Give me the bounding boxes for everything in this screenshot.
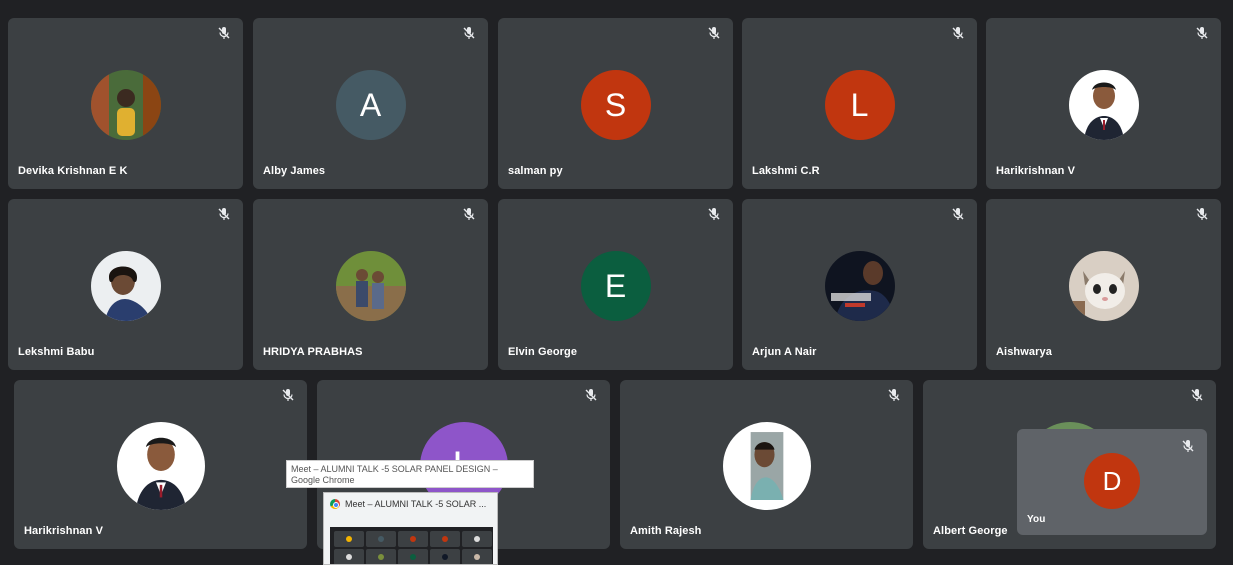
mic-off-icon [1195,26,1209,40]
participant-name: Lakshmi C.R [752,165,820,177]
participant-tile[interactable]: S salman py [498,18,733,189]
avatar [90,70,161,140]
preview-thumbnail [330,527,493,564]
mic-off-icon [281,388,295,402]
participant-tile[interactable]: HRIDYA PRABHAS [253,199,488,370]
avatar [90,251,161,321]
avatar [116,422,205,510]
participant-name: Aishwarya [996,346,1052,358]
mic-off-icon [217,26,231,40]
participant-name: HRIDYA PRABHAS [263,346,363,358]
mic-off-icon [1190,388,1204,402]
mic-off-icon [584,388,598,402]
participant-name: Arjun A Nair [752,346,817,358]
taskbar-tooltip: Meet – ALUMNI TALK -5 SOLAR PANEL DESIGN… [286,460,534,488]
participant-tile[interactable]: Devika Krishnan E K [8,18,243,189]
avatar [1068,251,1139,321]
participant-tile[interactable]: Aishwarya [986,199,1221,370]
mic-off-icon [707,26,721,40]
avatar: L [824,70,895,140]
participant-name: Elvin George [508,346,578,358]
participant-tile[interactable]: Harikrishnan V [14,380,307,549]
participant-name: Albert George [933,525,1008,537]
participant-tile[interactable]: Lekshmi Babu [8,199,243,370]
self-name: You [1027,514,1046,525]
avatar: E [580,251,651,321]
participant-name: Lekshmi Babu [18,346,95,358]
self-avatar: D [1084,453,1140,509]
mic-off-icon [217,207,231,221]
avatar [335,251,406,321]
participant-name: Amith Rajesh [630,525,702,537]
chrome-icon [330,499,340,509]
participant-tile[interactable]: A Alby James [253,18,488,189]
participant-name: Alby James [263,165,326,177]
avatar [1068,70,1139,140]
participant-name: Devika Krishnan E K [18,165,128,177]
avatar: A [335,70,406,140]
participant-tile[interactable]: Amith Rajesh [620,380,913,549]
avatar: S [580,70,651,140]
mic-off-icon [887,388,901,402]
preview-title: Meet – ALUMNI TALK -5 SOLAR ... [345,499,487,509]
participant-tile[interactable]: Arjun A Nair [742,199,977,370]
avatar [824,251,895,321]
window-preview[interactable]: Meet – ALUMNI TALK -5 SOLAR ... [323,492,498,565]
mic-off-icon[interactable] [1181,439,1195,453]
mic-off-icon [1195,207,1209,221]
participant-name: Harikrishnan V [996,165,1076,177]
preview-title-bar: Meet – ALUMNI TALK -5 SOLAR ... [330,499,486,509]
participant-tile[interactable]: E Elvin George [498,199,733,370]
mic-off-icon [707,207,721,221]
participant-name: salman py [508,165,563,177]
mic-off-icon [951,207,965,221]
mic-off-icon [462,207,476,221]
participant-tile[interactable]: Harikrishnan V [986,18,1221,189]
mic-off-icon [951,26,965,40]
participant-tile[interactable]: L Lakshmi C.R [742,18,977,189]
self-view-tile[interactable]: D You [1017,429,1207,535]
mic-off-icon [462,26,476,40]
avatar [722,422,811,510]
participant-name: Harikrishnan V [24,525,104,537]
